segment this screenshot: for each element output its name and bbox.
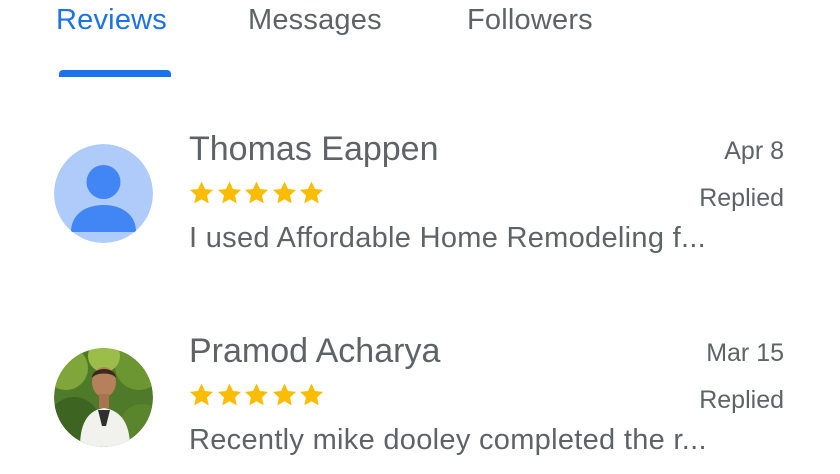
reply-status: Replied — [699, 386, 784, 414]
review-item[interactable]: Pramod Acharya Mar 15 Replied Recently m… — [0, 330, 840, 460]
reviewer-name: Pramod Acharya — [189, 332, 441, 370]
avatar — [54, 348, 153, 447]
star-icon — [299, 181, 324, 204]
review-date: Apr 8 — [724, 137, 784, 165]
star-icon — [244, 383, 269, 406]
star-icon — [189, 383, 214, 406]
tab-messages[interactable]: Messages — [248, 4, 382, 37]
star-icon — [272, 383, 296, 406]
tab-reviews[interactable]: Reviews — [56, 4, 167, 37]
star-rating — [188, 380, 326, 414]
review-snippet: I used Affordable Home Remodeling f... — [189, 222, 707, 254]
star-icon — [217, 181, 241, 204]
reply-status: Replied — [699, 184, 784, 212]
tab-followers[interactable]: Followers — [467, 4, 593, 37]
star-icon — [244, 181, 269, 204]
avatar — [54, 144, 153, 243]
star-icon — [272, 181, 296, 204]
default-person-icon — [54, 144, 153, 243]
star-icon — [217, 383, 241, 406]
reviewer-name: Thomas Eappen — [189, 130, 439, 168]
profile-photo — [54, 348, 153, 447]
review-snippet: Recently mike dooley completed the r... — [189, 424, 707, 456]
star-rating — [188, 178, 326, 212]
tab-bar: Reviews Messages Followers — [0, 0, 840, 80]
active-tab-indicator — [59, 70, 171, 77]
star-icon — [299, 383, 324, 406]
review-date: Mar 15 — [706, 339, 784, 367]
star-icon — [189, 181, 214, 204]
review-item[interactable]: Thomas Eappen Apr 8 Replied I used Affor… — [0, 128, 840, 258]
